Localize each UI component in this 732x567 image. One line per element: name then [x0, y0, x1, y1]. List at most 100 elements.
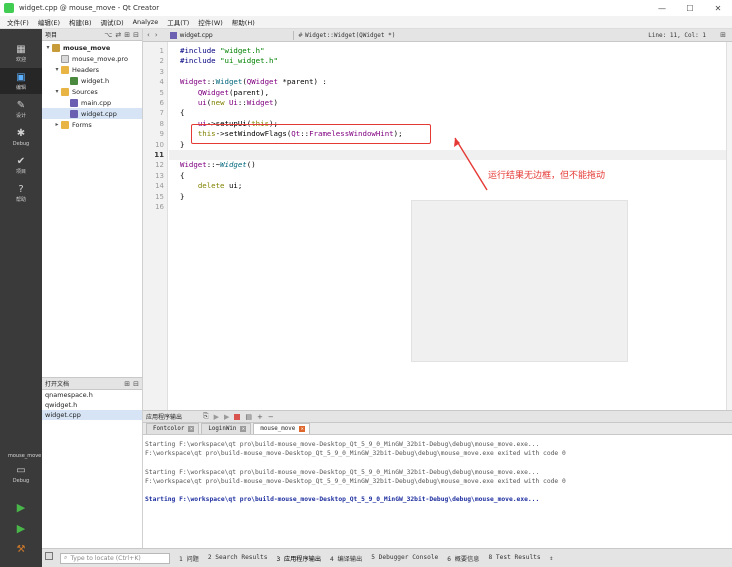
tree-item[interactable]: ▸Forms	[42, 119, 142, 130]
zoom-in-icon[interactable]: +	[257, 413, 263, 421]
chevron-down-icon[interactable]: ▾	[44, 44, 52, 51]
output-line: Starting F:\workspace\qt pro\build-mouse…	[145, 495, 539, 504]
panel-tools: ⌥ ⇄ ⊞ ⊟	[104, 29, 139, 41]
open-document-item[interactable]: widget.cpp	[42, 410, 142, 420]
mode-design[interactable]: ✎ 设计	[0, 96, 42, 122]
zoom-out-icon[interactable]: −	[268, 413, 274, 421]
tree-item[interactable]: widget.h	[42, 75, 142, 86]
link-icon[interactable]: ⇄	[115, 31, 121, 39]
mode-projects[interactable]: ✔ 项目	[0, 152, 42, 178]
debug-icon[interactable]: ▶	[224, 413, 229, 421]
close-panel-icon[interactable]: ⊟	[133, 380, 139, 388]
tree-item-label: main.cpp	[81, 99, 111, 107]
output-pane-button[interactable]: 1 问题	[179, 554, 199, 563]
menu-edit[interactable]: 编辑(E)	[38, 17, 60, 27]
tree-item[interactable]: widget.cpp	[42, 108, 142, 119]
code-line: }	[180, 140, 184, 150]
application-output[interactable]: Starting F:\workspace\qt pro\build-mouse…	[143, 435, 732, 548]
attach-icon[interactable]: ⎘	[203, 412, 209, 421]
separator	[293, 31, 294, 40]
locator-placeholder: Type to locate (Ctrl+K)	[70, 555, 140, 562]
output-tab[interactable]: LoginWin✕	[201, 423, 251, 434]
output-tabs: Fontcolor✕LoginWin✕mouse_move✕	[143, 423, 732, 435]
close-button[interactable]: ✕	[704, 0, 732, 16]
mode-label: 编辑	[16, 84, 26, 91]
output-pane-button[interactable]: 6 概要信息	[447, 554, 479, 563]
filter-icon[interactable]: ⌥	[104, 31, 112, 39]
output-pane-button[interactable]: 4 编译输出	[330, 554, 362, 563]
split-icon[interactable]: ⊞	[124, 380, 130, 388]
mode-sidebar: ▦ 欢迎 ▣ 编辑 ✎ 设计 ✱ Debug ✔ 项目 ? 帮助 mouse_m…	[0, 29, 42, 567]
clear-icon[interactable]: ▤	[245, 413, 252, 421]
mode-edit[interactable]: ▣ 编辑	[0, 68, 42, 94]
menu-file[interactable]: 文件(F)	[7, 17, 29, 27]
tree-item[interactable]: ▾Sources	[42, 86, 142, 97]
chevron-down-icon[interactable]: ▾	[53, 88, 61, 95]
output-tab[interactable]: Fontcolor ✕	[146, 423, 199, 434]
stop-icon[interactable]	[234, 414, 240, 420]
output-line: Starting F:\workspace\qt pro\build-mouse…	[145, 440, 539, 449]
output-toolbar: ⎘ ▶ ▶ ▤ + −	[203, 412, 274, 421]
menu-build[interactable]: 构建(B)	[69, 17, 92, 27]
tree-item[interactable]: mouse_move.pro	[42, 53, 142, 64]
build-button[interactable]: ⚒	[0, 536, 42, 562]
close-tab-icon[interactable]: ✕	[240, 426, 246, 432]
code-editor[interactable]: 12345678910111213141516 #include "widget…	[143, 42, 726, 410]
line-number: 3	[160, 67, 164, 77]
tree-item[interactable]: main.cpp	[42, 97, 142, 108]
tree-item-label: widget.cpp	[81, 110, 117, 118]
output-tab[interactable]: mouse_move✕	[253, 423, 310, 434]
mode-debug[interactable]: ✱ Debug	[0, 124, 42, 150]
menu-debug[interactable]: 调试(D)	[101, 17, 124, 27]
output-pane-buttons: 1 问题 2 Search Results 3 应用程序输出 4 编译输出 5 Debu…	[170, 554, 541, 563]
menu-widgets[interactable]: 控件(W)	[198, 17, 223, 27]
maximize-button[interactable]: ☐	[676, 0, 704, 16]
editor-scrollbar[interactable]	[726, 42, 732, 410]
output-pane-button[interactable]: 8 Test Results	[488, 554, 540, 563]
close-tab-icon[interactable]: ✕	[188, 426, 194, 432]
chevron-down-icon[interactable]: ▾	[53, 66, 61, 73]
highlight-box	[191, 124, 431, 144]
locator-input[interactable]: ⌕ Type to locate (Ctrl+K)	[60, 553, 170, 564]
tree-item-label: mouse_move	[63, 44, 110, 52]
mode-welcome[interactable]: ▦ 欢迎	[0, 40, 42, 66]
output-tab-label: Fontcolor	[153, 426, 184, 432]
mode-help[interactable]: ? 帮助	[0, 180, 42, 206]
split-icon[interactable]: ⊞	[124, 31, 130, 39]
rerun-icon[interactable]: ▶	[214, 413, 219, 421]
panel-title: 打开文档	[45, 379, 69, 388]
symbol-selector[interactable]: Widget::Widget(QWidget *)	[305, 32, 395, 39]
debug-icon: ✱	[15, 128, 27, 140]
tree-item-label: widget.h	[81, 77, 109, 85]
output-pane-button[interactable]: 5 Debugger Console	[371, 554, 438, 563]
minimize-button[interactable]: —	[648, 0, 676, 16]
design-icon: ✎	[15, 99, 27, 111]
menu-analyze[interactable]: Analyze	[133, 18, 159, 26]
menu-help[interactable]: 帮助(H)	[232, 17, 255, 27]
menu-tools[interactable]: 工具(T)	[167, 17, 189, 27]
line-number: 5	[160, 88, 164, 98]
close-panel-icon[interactable]: ⊟	[133, 31, 139, 39]
more-panes-icon[interactable]: ⇕	[550, 555, 554, 562]
forward-icon[interactable]: ›	[155, 31, 158, 39]
line-number: 12	[155, 160, 164, 170]
output-pane-button[interactable]: 2 Search Results	[208, 554, 268, 563]
back-icon[interactable]: ‹	[147, 31, 150, 39]
open-document-item[interactable]: qnamespace.h	[42, 390, 142, 400]
kit-selector[interactable]: ▭ Debug	[0, 461, 42, 487]
tree-item[interactable]: ▾ mouse_move	[42, 42, 142, 53]
toggle-sidebar-button[interactable]	[45, 552, 53, 560]
output-pane-button[interactable]: 3 应用程序输出	[276, 554, 321, 563]
chevron-right-icon[interactable]: ▸	[53, 121, 61, 128]
help-icon: ?	[15, 183, 27, 195]
debug-run-icon: ▶	[15, 522, 27, 534]
close-tab-icon[interactable]: ✕	[299, 426, 305, 432]
open-document-item[interactable]: qwidget.h	[42, 400, 142, 410]
frameless-widget-preview	[411, 200, 628, 362]
kit-project-name: mouse_move	[0, 453, 42, 459]
split-editor-icon[interactable]: ⊞	[720, 31, 726, 39]
file-selector[interactable]: widget.cpp	[166, 32, 217, 39]
tree-item[interactable]: ▾Headers	[42, 64, 142, 75]
edit-icon: ▣	[15, 71, 27, 83]
code-line: ui(new Ui::Widget)	[180, 98, 278, 108]
